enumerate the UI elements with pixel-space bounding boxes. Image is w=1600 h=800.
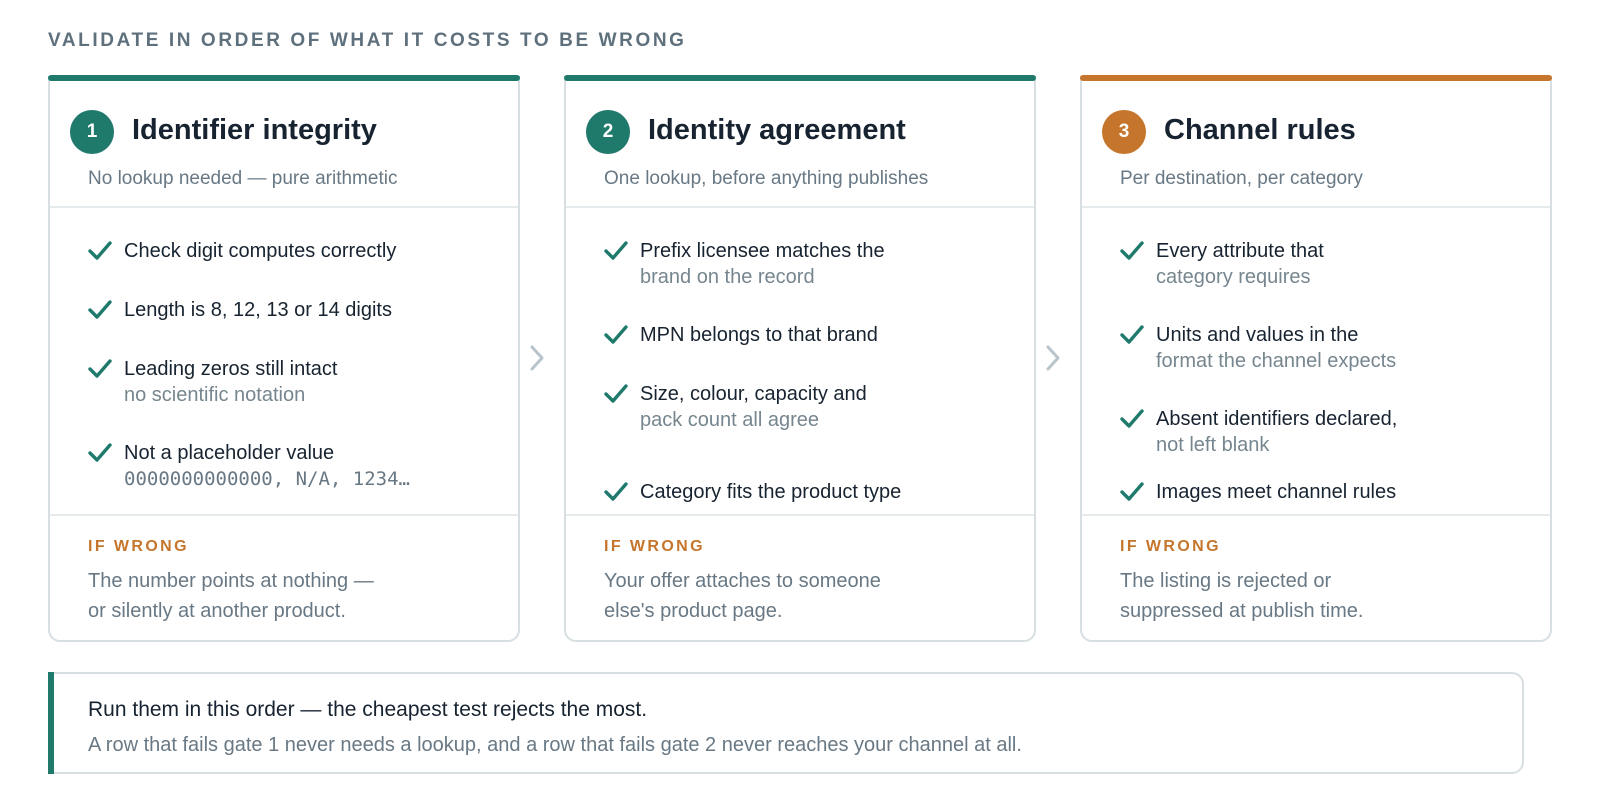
- chevron-right-icon: [1046, 345, 1060, 371]
- page-heading: VALIDATE IN ORDER OF WHAT IT COSTS TO BE…: [48, 30, 687, 51]
- consequence-line: Your offer attaches to someone: [604, 570, 881, 592]
- check-detail: format the channel expects: [1156, 350, 1397, 372]
- card-subtitle: No lookup needed — pure arithmetic: [88, 168, 398, 189]
- check-item: MPN belongs to that brand: [604, 322, 1014, 348]
- consequence-line: suppressed at publish time.: [1120, 600, 1364, 622]
- check-list: Every attribute that category requires U…: [1082, 210, 1550, 514]
- consequence-text: The listing is rejected or suppressed at…: [1120, 566, 1520, 626]
- check-text: Size, colour, capacity and: [640, 383, 867, 405]
- check-item: Not a placeholder value 0000000000000, N…: [88, 440, 498, 492]
- check-text: Prefix licensee matches the: [640, 240, 885, 262]
- check-icon: [88, 241, 112, 260]
- check-detail: 0000000000000, N/A, 1234…: [124, 468, 410, 490]
- check-icon: [1120, 325, 1144, 344]
- check-item: Prefix licensee matches the brand on the…: [604, 238, 1014, 290]
- summary-sub-text: A row that fails gate 1 never needs a lo…: [88, 734, 1022, 756]
- check-list: Check digit computes correctly Length is…: [50, 210, 518, 514]
- check-text: MPN belongs to that brand: [640, 324, 878, 346]
- check-text: Leading zeros still intact: [124, 358, 338, 380]
- check-icon: [88, 300, 112, 319]
- check-item: Size, colour, capacity and pack count al…: [604, 381, 1014, 433]
- check-text: Not a placeholder value: [124, 442, 335, 464]
- check-icon: [1120, 482, 1144, 501]
- card-footer: IF WRONG The listing is rejected or supp…: [1082, 514, 1550, 640]
- if-wrong-label: IF WRONG: [1120, 538, 1221, 555]
- check-item: Category fits the product type: [604, 479, 1014, 505]
- gate-card-channel-rules: 3 Channel rules Per destination, per cat…: [1080, 75, 1552, 642]
- check-detail: category requires: [1156, 266, 1311, 288]
- card-footer: IF WRONG The number points at nothing — …: [50, 514, 518, 640]
- card-subtitle: Per destination, per category: [1120, 168, 1363, 189]
- gate-card-identifier-integrity: 1 Identifier integrity No lookup needed …: [48, 75, 520, 642]
- check-item: Every attribute that category requires: [1120, 238, 1530, 290]
- check-icon: [604, 384, 628, 403]
- check-icon: [604, 482, 628, 501]
- if-wrong-label: IF WRONG: [88, 538, 189, 555]
- consequence-line: The listing is rejected or: [1120, 570, 1332, 592]
- check-item: Images meet channel rules: [1120, 479, 1530, 505]
- step-badge: 2: [586, 110, 630, 154]
- check-item: Units and values in the format the chann…: [1120, 322, 1530, 374]
- card-subtitle: One lookup, before anything publishes: [604, 168, 929, 189]
- summary-accent-bar: [48, 672, 54, 774]
- summary-callout: Run them in this order — the cheapest te…: [48, 672, 1524, 774]
- check-text: Every attribute that: [1156, 240, 1324, 262]
- consequence-text: The number points at nothing — or silent…: [88, 566, 488, 626]
- card-header: 1 Identifier integrity No lookup needed …: [50, 76, 518, 208]
- step-badge: 3: [1102, 110, 1146, 154]
- check-detail: not left blank: [1156, 434, 1270, 456]
- gate-card-identity-agreement: 2 Identity agreement One lookup, before …: [564, 75, 1036, 642]
- check-icon: [604, 241, 628, 260]
- check-detail: pack count all agree: [640, 409, 820, 431]
- card-title: Channel rules: [1164, 114, 1356, 146]
- card-footer: IF WRONG Your offer attaches to someone …: [566, 514, 1034, 640]
- check-text: Absent identifiers declared,: [1156, 408, 1398, 430]
- check-text: Category fits the product type: [640, 481, 902, 503]
- check-item: Absent identifiers declared, not left bl…: [1120, 406, 1530, 458]
- check-text: Images meet channel rules: [1156, 481, 1397, 503]
- check-detail: brand on the record: [640, 266, 815, 288]
- card-title: Identity agreement: [648, 114, 906, 146]
- card-header: 3 Channel rules Per destination, per cat…: [1082, 76, 1550, 208]
- check-icon: [88, 359, 112, 378]
- if-wrong-label: IF WRONG: [604, 538, 705, 555]
- check-detail: no scientific notation: [124, 384, 306, 406]
- check-icon: [1120, 241, 1144, 260]
- card-title: Identifier integrity: [132, 114, 377, 146]
- consequence-line: or silently at another product.: [88, 600, 346, 622]
- consequence-line: else's product page.: [604, 600, 783, 622]
- check-item: Leading zeros still intact no scientific…: [88, 356, 498, 408]
- card-header: 2 Identity agreement One lookup, before …: [566, 76, 1034, 208]
- check-text: Length is 8, 12, 13 or 14 digits: [124, 299, 392, 321]
- chevron-right-icon: [530, 345, 544, 371]
- check-text: Check digit computes correctly: [124, 240, 397, 262]
- check-icon: [88, 443, 112, 462]
- check-text: Units and values in the: [1156, 324, 1359, 346]
- consequence-text: Your offer attaches to someone else's pr…: [604, 566, 1004, 626]
- check-item: Check digit computes correctly: [88, 238, 498, 264]
- check-item: Length is 8, 12, 13 or 14 digits: [88, 297, 498, 323]
- check-icon: [604, 325, 628, 344]
- consequence-line: The number points at nothing —: [88, 570, 374, 592]
- check-icon: [1120, 409, 1144, 428]
- step-badge: 1: [70, 110, 114, 154]
- check-list: Prefix licensee matches the brand on the…: [566, 210, 1034, 514]
- summary-main-text: Run them in this order — the cheapest te…: [88, 698, 648, 721]
